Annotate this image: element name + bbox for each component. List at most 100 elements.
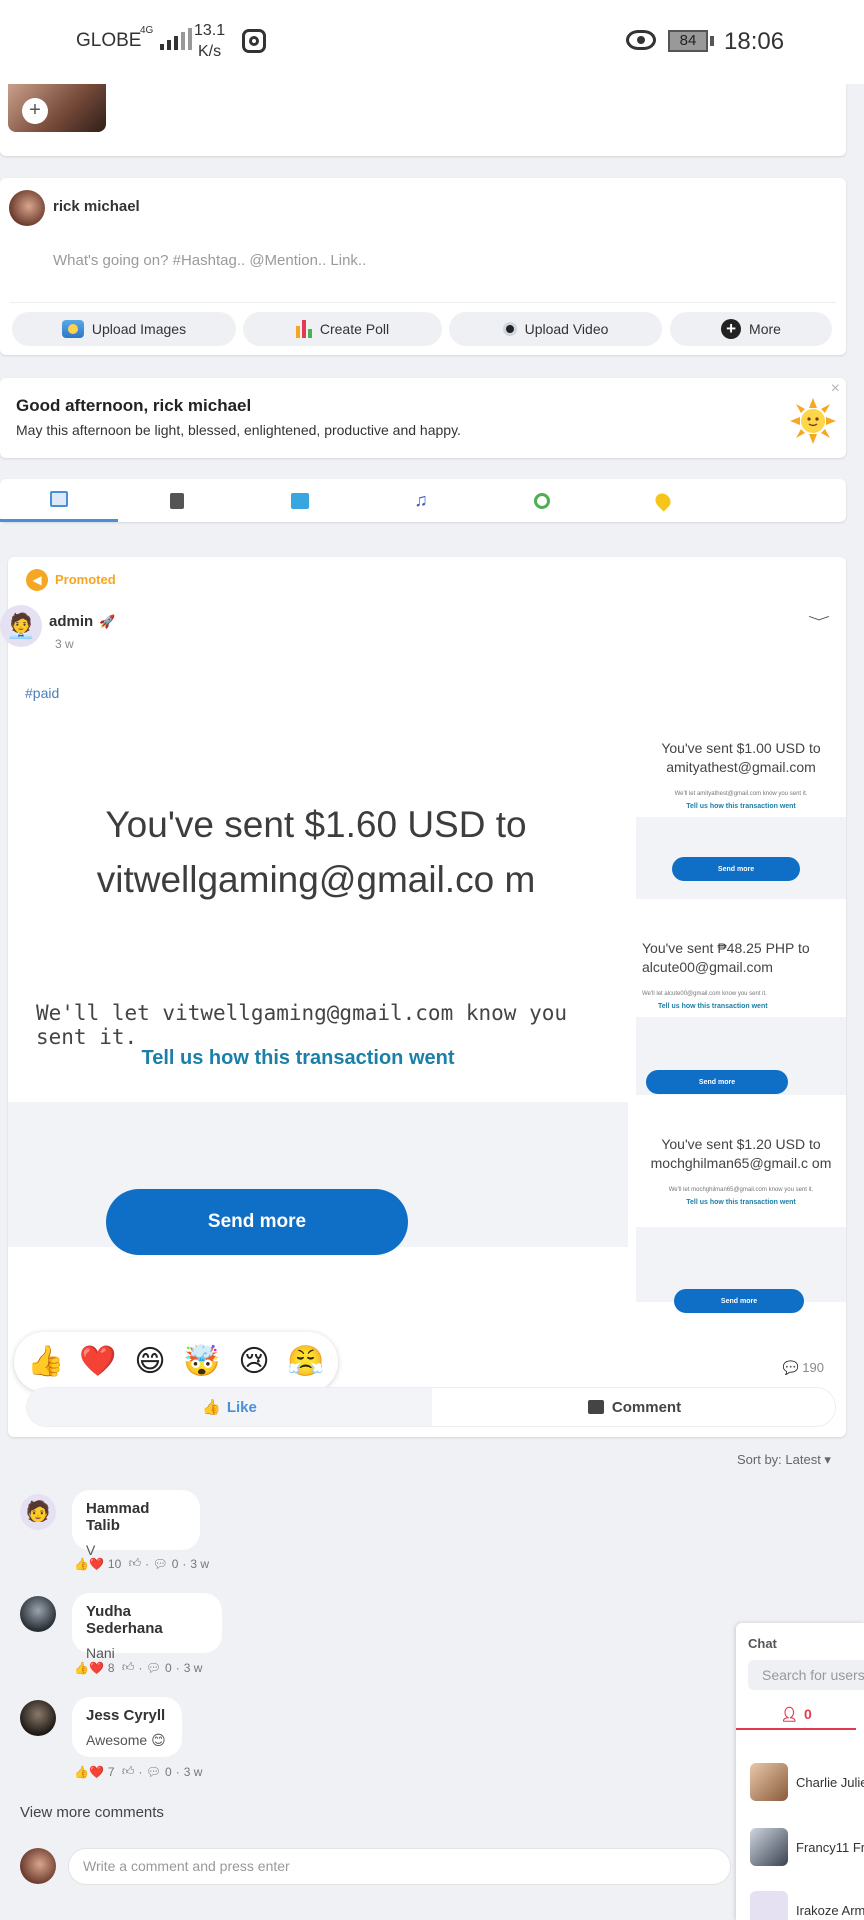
like-button[interactable]: 👍 Like: [27, 1388, 432, 1426]
tab-places[interactable]: [604, 479, 722, 522]
like-reaction-icon[interactable]: 👍: [26, 1342, 66, 1382]
reaction-count[interactable]: 7: [108, 1765, 115, 1779]
music-icon: ♫: [414, 490, 428, 510]
send-more-image-button: Send more: [646, 1070, 788, 1094]
promoted-post: ◀ Promoted 🧑‍💼 admin 🚀 3 w ﹀ #paid You've…: [0, 557, 846, 1437]
stories-card: +: [0, 84, 846, 156]
chat-user[interactable]: Irakoze Arm: [750, 1891, 864, 1920]
comment-meta: 👍❤️ 7 👍︎ · 💬︎ 0 · 3 w: [74, 1764, 203, 1779]
sad-reaction-icon[interactable]: 😢: [234, 1342, 274, 1382]
love-reaction-icon[interactable]: ❤️: [78, 1342, 118, 1382]
comment-author[interactable]: Jess Cyryll: [86, 1707, 168, 1724]
close-icon[interactable]: ×: [831, 380, 840, 398]
view-more-comments-link[interactable]: View more comments: [20, 1804, 164, 1821]
reply-icon[interactable]: · 💬︎: [138, 1765, 161, 1779]
send-more-image-button: Send more: [672, 857, 800, 881]
post-actions: 👍 Like Comment: [26, 1387, 836, 1427]
send-more-image-button: Send more: [674, 1289, 804, 1313]
comment-input[interactable]: Write a comment and press enter: [68, 1848, 731, 1885]
like-icon[interactable]: 👍︎: [119, 1660, 135, 1675]
reply-count: 0: [165, 1660, 172, 1675]
post-image-side-3[interactable]: You've sent $1.20 USD to mochghilman65@g…: [636, 1127, 846, 1227]
image-subline: We'll let vitwellgaming@gmail.com know y…: [36, 1001, 568, 1049]
tab-video[interactable]: [483, 479, 601, 522]
add-story-icon[interactable]: +: [22, 98, 48, 124]
greeting-title: Good afternoon, rick michael: [16, 396, 252, 415]
post-image-side-2[interactable]: You've sent ₱48.25 PHP to alcute00@gmail…: [636, 919, 846, 1017]
post-image-main[interactable]: You've sent $1.60 USD to vitwellgaming@g…: [8, 717, 628, 1102]
tab-online-users[interactable]: 👤︎ 0: [736, 1700, 856, 1730]
avatar[interactable]: [20, 1596, 56, 1632]
comment-time: 3 w: [190, 1556, 210, 1571]
reaction-icons: 👍❤️: [74, 1556, 104, 1571]
create-poll-button[interactable]: Create Poll: [243, 312, 442, 346]
reply-count: 0: [165, 1764, 172, 1779]
plus-icon: +: [721, 319, 742, 339]
comment-author[interactable]: Yudha Sederhana: [86, 1603, 208, 1637]
reaction-count[interactable]: 10: [108, 1557, 121, 1571]
camera-icon: [61, 320, 84, 338]
avatar[interactable]: 🧑: [20, 1494, 56, 1530]
comment-bubble: Hammad Talib V: [72, 1490, 200, 1558]
side-link: Tell us how this transaction went: [658, 1003, 768, 1010]
avatar[interactable]: [9, 190, 45, 226]
post-time: 3 w: [55, 637, 74, 651]
angry-reaction-icon[interactable]: 😤: [286, 1342, 326, 1382]
chat-search-input[interactable]: Search for users: [748, 1660, 864, 1690]
user-icon: 👤︎: [780, 1705, 798, 1722]
sort-dropdown[interactable]: Sort by: Latest ▾: [737, 1452, 831, 1468]
post-author[interactable]: admin 🚀: [49, 613, 115, 630]
megaphone-icon: ◀: [26, 569, 48, 591]
story-thumbnail[interactable]: +: [8, 84, 106, 132]
haha-reaction-icon[interactable]: 😄: [130, 1342, 170, 1382]
comment-bubble: Yudha Sederhana Nani: [72, 1593, 222, 1661]
reply-icon[interactable]: · 💬︎: [138, 1661, 161, 1675]
avatar[interactable]: [20, 1848, 56, 1884]
greeting-card: Good afternoon, rick michael May this af…: [0, 378, 846, 458]
upload-images-button[interactable]: Upload Images: [12, 312, 236, 346]
avatar: [750, 1891, 788, 1920]
signal-icon: [160, 28, 192, 50]
avatar[interactable]: 🧑‍💼: [0, 605, 42, 647]
comment-icon: [587, 1400, 604, 1414]
like-icon[interactable]: 👍︎: [125, 1556, 142, 1571]
tab-photos[interactable]: [241, 479, 359, 522]
composer-user-name[interactable]: rick michael: [53, 198, 140, 215]
side-headline: You've sent ₱48.25 PHP to alcute00@gmail…: [642, 940, 810, 975]
side-headline: You've sent $1.00 USD to amityathest@gma…: [661, 740, 821, 775]
more-button[interactable]: + More: [670, 312, 832, 346]
video-icon: [502, 322, 517, 336]
hashtag-link[interactable]: #paid: [25, 685, 59, 701]
chat-user[interactable]: Charlie Julie: [750, 1763, 864, 1801]
avatar[interactable]: [20, 1700, 56, 1736]
image-link-text: Tell us how this transaction went: [141, 1047, 455, 1069]
side-subline: We'll let mochghilman65@gmail.com know y…: [668, 1187, 814, 1193]
posts-icon: [50, 491, 68, 507]
upload-video-button[interactable]: Upload Video: [449, 312, 662, 346]
reaction-icons: 👍❤️: [74, 1764, 104, 1779]
tab-text[interactable]: [118, 479, 236, 522]
tab-music[interactable]: ♫: [362, 479, 480, 522]
reaction-count[interactable]: 8: [108, 1661, 115, 1675]
chat-user[interactable]: Francy11 Fr: [750, 1828, 864, 1866]
like-icon[interactable]: 👍︎: [119, 1764, 135, 1779]
reply-count: 0: [171, 1556, 179, 1571]
comment-count[interactable]: 💬 190: [782, 1360, 824, 1376]
feed-filter-tabs: ♫: [0, 479, 846, 522]
reaction-icons: 👍❤️: [74, 1660, 104, 1675]
comment-author[interactable]: Hammad Talib: [86, 1500, 186, 1534]
chevron-down-icon[interactable]: ﹀: [808, 612, 830, 630]
composer-input[interactable]: What's going on? #Hashtag.. @Mention.. L…: [53, 252, 366, 269]
clock: 18:06: [724, 28, 785, 55]
battery-cap: [710, 36, 714, 46]
sun-icon: [790, 398, 836, 444]
wow-reaction-icon[interactable]: 🤯: [182, 1342, 222, 1382]
comment-time: 3 w: [183, 1660, 203, 1675]
post-image-side-1[interactable]: You've sent $1.00 USD to amityathest@gma…: [636, 717, 846, 817]
greeting-subtitle: May this afternoon be light, blessed, en…: [16, 422, 461, 438]
create-poll-label: Create Poll: [319, 321, 390, 337]
tab-all[interactable]: [0, 479, 118, 522]
comment-button[interactable]: Comment: [432, 1388, 835, 1426]
upload-video-label: Upload Video: [524, 321, 609, 337]
reply-icon[interactable]: · 💬︎: [145, 1557, 168, 1571]
